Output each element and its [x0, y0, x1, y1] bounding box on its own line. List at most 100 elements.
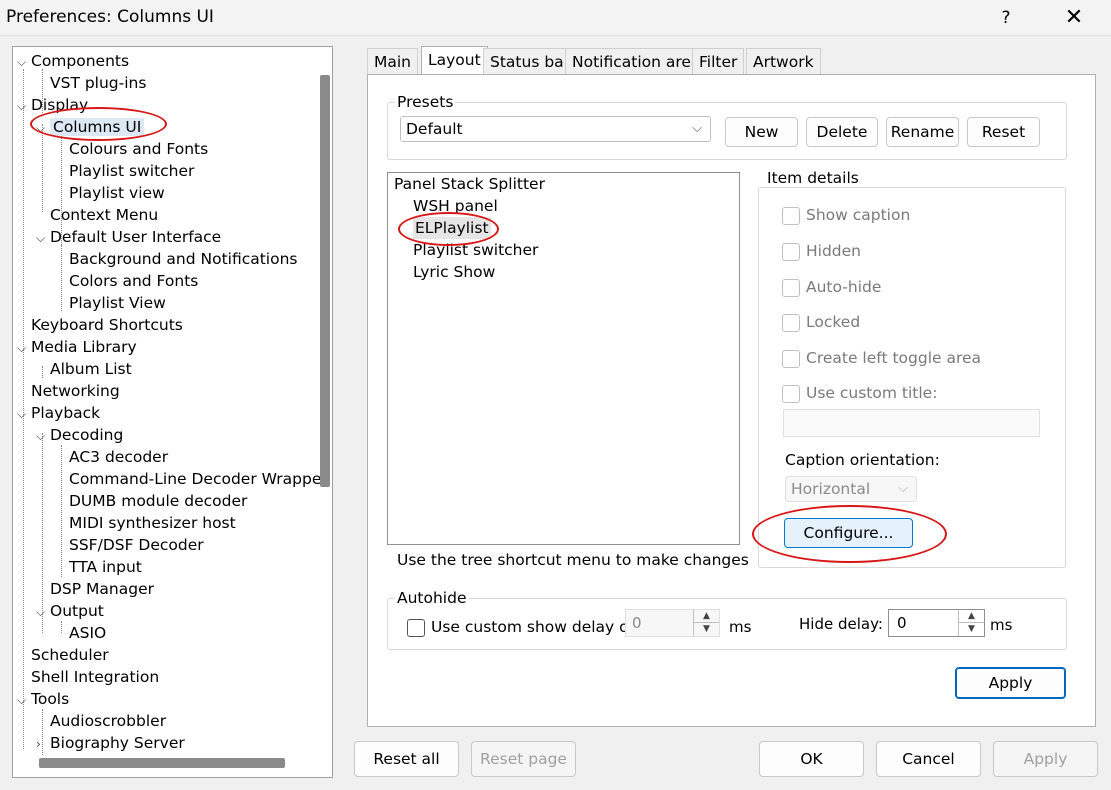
tree-item[interactable]: Shell Integration: [17, 666, 159, 688]
tree-item[interactable]: Command-Line Decoder Wrapper: [55, 468, 328, 490]
tree-item-label: SSF/DSF Decoder: [69, 536, 204, 554]
tree-item[interactable]: DSP Manager: [36, 578, 154, 600]
tree-item[interactable]: ⌵ Columns UI: [36, 116, 145, 139]
tree-item[interactable]: Context Menu: [36, 204, 158, 226]
tree-item[interactable]: Playlist view: [55, 182, 165, 204]
show-caption-label: Show caption: [806, 206, 911, 224]
ok-button[interactable]: OK: [759, 741, 864, 777]
tree-vertical-scrollbar[interactable]: [320, 75, 330, 487]
use-custom-show-delay-label: Use custom show delay of: [431, 618, 635, 636]
tree-item[interactable]: ASIO: [55, 622, 106, 644]
tree-item[interactable]: Networking: [17, 380, 120, 402]
tree-item[interactable]: › Biography Server: [36, 732, 185, 754]
tree-item[interactable]: ⌵ Tools: [17, 688, 69, 710]
tree-item[interactable]: Colours and Fonts: [55, 138, 208, 160]
chevron-icon[interactable]: ⌵: [17, 689, 31, 711]
tree-item[interactable]: MIDI synthesizer host: [55, 512, 236, 534]
preferences-tree[interactable]: ⌵ Components VST plug-ins ⌵ Display ⌵ Columns …: [12, 46, 333, 778]
tab-status-bar[interactable]: Status bar: [483, 48, 578, 74]
tree-item-label: Album List: [50, 360, 132, 378]
tab-main[interactable]: Main: [367, 48, 419, 74]
layout-tree-item[interactable]: Lyric Show: [413, 261, 495, 283]
caption-orientation-label: Caption orientation:: [785, 451, 940, 469]
tree-item-label: Networking: [31, 382, 120, 400]
tree-item-label: Display: [31, 96, 89, 114]
show-delay-spinner[interactable]: 0 ▲ ▼: [625, 609, 720, 637]
locked-checkbox[interactable]: Locked: [782, 311, 860, 333]
tree-item[interactable]: DUMB module decoder: [55, 490, 247, 512]
tree-item[interactable]: Background and Notifications: [55, 248, 298, 270]
tree-item[interactable]: Playlist View: [55, 292, 166, 314]
show-caption-checkbox[interactable]: Show caption: [782, 204, 910, 226]
new-preset-button[interactable]: New: [725, 117, 798, 147]
caption-orientation-select[interactable]: Horizontal ⌵: [785, 476, 917, 502]
tree-item-label: Colors and Fonts: [69, 272, 199, 290]
create-left-toggle-checkbox[interactable]: Create left toggle area: [782, 347, 981, 369]
tab-panel-layout: Presets Default ⌵ New Delete Rename Rese…: [367, 74, 1096, 727]
tree-item[interactable]: ⌵ Default User Interface: [36, 226, 221, 248]
tree-item-label: Media Library: [31, 338, 137, 356]
rename-preset-button[interactable]: Rename: [886, 117, 959, 147]
tree-item[interactable]: Album List: [36, 358, 132, 380]
chevron-icon[interactable]: ⌵: [36, 601, 50, 623]
tree-item[interactable]: ⌵ Display: [17, 94, 88, 116]
spin-up-icon[interactable]: ▲: [694, 610, 719, 623]
tree-item[interactable]: ⌵ Components: [17, 50, 129, 72]
spin-down-icon[interactable]: ▼: [959, 623, 984, 636]
tree-item[interactable]: Audioscrobbler: [36, 710, 166, 732]
tree-item[interactable]: ⌵ Output: [36, 600, 104, 622]
delete-preset-button[interactable]: Delete: [806, 117, 878, 147]
presets-combo[interactable]: Default ⌵: [400, 116, 711, 142]
tree-item[interactable]: Keyboard Shortcuts: [17, 314, 183, 336]
close-icon[interactable]: ✕: [1052, 4, 1096, 32]
apply-button[interactable]: Apply: [993, 741, 1098, 777]
layout-tree-item[interactable]: WSH panel: [413, 195, 498, 217]
tree-item[interactable]: TTA input: [55, 556, 142, 578]
custom-title-input[interactable]: [783, 409, 1040, 437]
tree-item-label: Decoding: [50, 426, 124, 444]
chevron-down-icon: ⌵: [692, 121, 702, 136]
tree-horizontal-scrollbar[interactable]: [39, 758, 285, 768]
spin-up-icon[interactable]: ▲: [959, 610, 984, 623]
chevron-icon[interactable]: ⌵: [17, 337, 31, 359]
chevron-icon[interactable]: ⌵: [36, 425, 50, 447]
layout-tree-item[interactable]: Playlist switcher: [413, 239, 538, 261]
tab-artwork[interactable]: Artwork: [746, 48, 821, 74]
spin-down-icon[interactable]: ▼: [694, 623, 719, 636]
hide-delay-spinner[interactable]: 0 ▲ ▼: [888, 609, 985, 637]
tree-item[interactable]: ⌵ Decoding: [36, 424, 123, 446]
chevron-icon[interactable]: ⌵: [36, 227, 50, 249]
tab-layout[interactable]: Layout: [421, 46, 488, 75]
layout-tree[interactable]: Panel Stack Splitter WSH panel ELPlaylist P…: [387, 172, 740, 545]
tree-item[interactable]: Playlist switcher: [55, 160, 194, 182]
tab-notification-area[interactable]: Notification area: [565, 48, 708, 74]
panel-apply-button[interactable]: Apply: [955, 667, 1066, 699]
tree-item[interactable]: ⌵ Media Library: [17, 336, 137, 358]
reset-preset-button[interactable]: Reset: [967, 117, 1040, 147]
tree-item[interactable]: SSF/DSF Decoder: [55, 534, 204, 556]
tree-item[interactable]: ⌵ Playback: [17, 402, 100, 424]
use-custom-show-delay-checkbox[interactable]: Use custom show delay of: [407, 616, 634, 638]
chevron-icon[interactable]: ›: [36, 733, 50, 755]
tree-item[interactable]: Colors and Fonts: [55, 270, 198, 292]
reset-page-button[interactable]: Reset page: [471, 741, 576, 777]
tree-item[interactable]: VST plug-ins: [36, 72, 146, 94]
cancel-button[interactable]: Cancel: [876, 741, 981, 777]
chevron-icon[interactable]: ⌵: [36, 117, 50, 139]
use-custom-title-checkbox[interactable]: Use custom title:: [782, 382, 937, 404]
layout-tree-item[interactable]: Panel Stack Splitter: [394, 173, 545, 195]
tree-item[interactable]: AC3 decoder: [55, 446, 168, 468]
reset-all-button[interactable]: Reset all: [354, 741, 459, 777]
chevron-icon[interactable]: ⌵: [17, 51, 31, 73]
tab-filter[interactable]: Filter: [692, 48, 745, 74]
auto-hide-checkbox[interactable]: Auto-hide: [782, 276, 881, 298]
show-delay-value: 0: [632, 614, 642, 632]
chevron-icon[interactable]: ⌵: [17, 95, 31, 117]
checkbox-box: [782, 313, 800, 332]
tree-item[interactable]: Scheduler: [17, 644, 109, 666]
chevron-icon[interactable]: ⌵: [17, 403, 31, 425]
hidden-checkbox[interactable]: Hidden: [782, 240, 861, 262]
help-button[interactable]: ?: [986, 4, 1026, 32]
configure-button[interactable]: Configure...: [784, 518, 913, 548]
layout-tree-item[interactable]: ELPlaylist: [413, 217, 491, 239]
